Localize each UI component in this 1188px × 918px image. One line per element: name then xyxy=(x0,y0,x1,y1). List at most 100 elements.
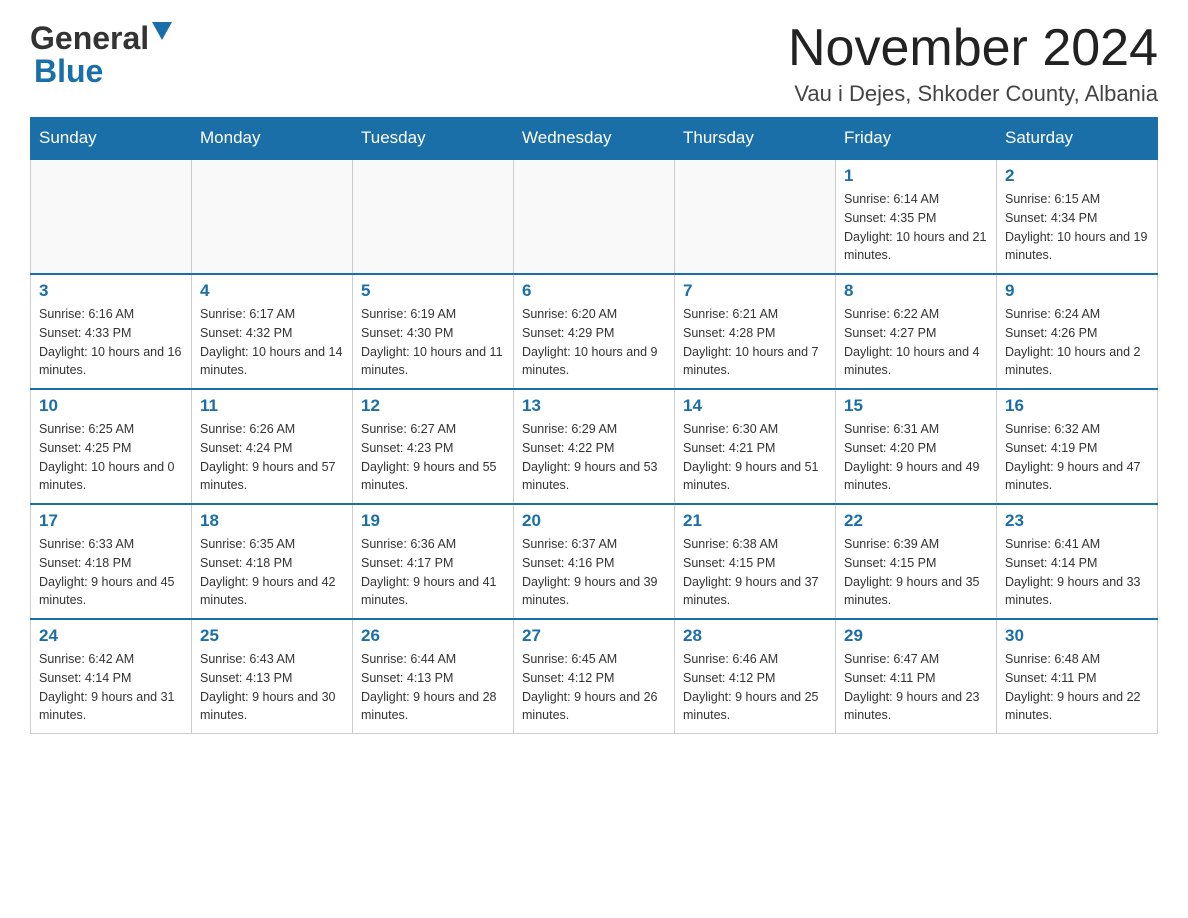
logo: General Blue xyxy=(30,20,172,90)
day-number: 12 xyxy=(361,396,505,416)
calendar-cell: 9 Sunrise: 6:24 AM Sunset: 4:26 PM Daylig… xyxy=(997,274,1158,389)
calendar-cell: 24 Sunrise: 6:42 AM Sunset: 4:14 PM Dayli… xyxy=(31,619,192,734)
day-number: 29 xyxy=(844,626,988,646)
day-info: Sunrise: 6:37 AM Sunset: 4:16 PM Dayligh… xyxy=(522,535,666,610)
day-number: 15 xyxy=(844,396,988,416)
calendar-cell: 26 Sunrise: 6:44 AM Sunset: 4:13 PM Dayli… xyxy=(353,619,514,734)
calendar-cell: 17 Sunrise: 6:33 AM Sunset: 4:18 PM Dayli… xyxy=(31,504,192,619)
day-info: Sunrise: 6:33 AM Sunset: 4:18 PM Dayligh… xyxy=(39,535,183,610)
day-info: Sunrise: 6:38 AM Sunset: 4:15 PM Dayligh… xyxy=(683,535,827,610)
col-wednesday: Wednesday xyxy=(514,118,675,160)
col-saturday: Saturday xyxy=(997,118,1158,160)
calendar-cell: 8 Sunrise: 6:22 AM Sunset: 4:27 PM Daylig… xyxy=(836,274,997,389)
day-number: 11 xyxy=(200,396,344,416)
day-info: Sunrise: 6:25 AM Sunset: 4:25 PM Dayligh… xyxy=(39,420,183,495)
calendar-cell xyxy=(353,159,514,274)
calendar-cell: 23 Sunrise: 6:41 AM Sunset: 4:14 PM Dayli… xyxy=(997,504,1158,619)
day-info: Sunrise: 6:24 AM Sunset: 4:26 PM Dayligh… xyxy=(1005,305,1149,380)
calendar-cell: 4 Sunrise: 6:17 AM Sunset: 4:32 PM Daylig… xyxy=(192,274,353,389)
day-number: 27 xyxy=(522,626,666,646)
day-number: 30 xyxy=(1005,626,1149,646)
day-info: Sunrise: 6:44 AM Sunset: 4:13 PM Dayligh… xyxy=(361,650,505,725)
day-info: Sunrise: 6:36 AM Sunset: 4:17 PM Dayligh… xyxy=(361,535,505,610)
calendar-week-4: 17 Sunrise: 6:33 AM Sunset: 4:18 PM Dayli… xyxy=(31,504,1158,619)
calendar-cell: 30 Sunrise: 6:48 AM Sunset: 4:11 PM Dayli… xyxy=(997,619,1158,734)
calendar-cell xyxy=(675,159,836,274)
day-info: Sunrise: 6:39 AM Sunset: 4:15 PM Dayligh… xyxy=(844,535,988,610)
col-thursday: Thursday xyxy=(675,118,836,160)
calendar-cell: 13Sunrise: 6:29 AM Sunset: 4:22 PM Dayli… xyxy=(514,389,675,504)
day-info: Sunrise: 6:16 AM Sunset: 4:33 PM Dayligh… xyxy=(39,305,183,380)
calendar-cell: 20 Sunrise: 6:37 AM Sunset: 4:16 PM Dayli… xyxy=(514,504,675,619)
day-number: 2 xyxy=(1005,166,1149,186)
day-info: Sunrise: 6:30 AM Sunset: 4:21 PM Dayligh… xyxy=(683,420,827,495)
title-area: November 2024 Vau i Dejes, Shkoder Count… xyxy=(788,20,1158,107)
day-number: 9 xyxy=(1005,281,1149,301)
day-number: 24 xyxy=(39,626,183,646)
day-number: 19 xyxy=(361,511,505,531)
day-number: 17 xyxy=(39,511,183,531)
calendar-week-3: 10 Sunrise: 6:25 AM Sunset: 4:25 PM Dayli… xyxy=(31,389,1158,504)
day-info: Sunrise: 6:17 AM Sunset: 4:32 PM Dayligh… xyxy=(200,305,344,380)
day-info: Sunrise: 6:45 AM Sunset: 4:12 PM Dayligh… xyxy=(522,650,666,725)
day-number: 26 xyxy=(361,626,505,646)
calendar-cell: 29 Sunrise: 6:47 AM Sunset: 4:11 PM Dayli… xyxy=(836,619,997,734)
day-info: Sunrise: 6:41 AM Sunset: 4:14 PM Dayligh… xyxy=(1005,535,1149,610)
day-info: Sunrise: 6:22 AM Sunset: 4:27 PM Dayligh… xyxy=(844,305,988,380)
calendar-cell: 3 Sunrise: 6:16 AM Sunset: 4:33 PM Daylig… xyxy=(31,274,192,389)
calendar-cell: 19 Sunrise: 6:36 AM Sunset: 4:17 PM Dayli… xyxy=(353,504,514,619)
calendar-header-row: Sunday Monday Tuesday Wednesday Thursday… xyxy=(31,118,1158,160)
calendar-cell: 16Sunrise: 6:32 AM Sunset: 4:19 PM Dayli… xyxy=(997,389,1158,504)
calendar-cell: 1 Sunrise: 6:14 AM Sunset: 4:35 PM Daylig… xyxy=(836,159,997,274)
calendar-cell xyxy=(514,159,675,274)
calendar-week-5: 24 Sunrise: 6:42 AM Sunset: 4:14 PM Dayli… xyxy=(31,619,1158,734)
col-friday: Friday xyxy=(836,118,997,160)
day-number: 8 xyxy=(844,281,988,301)
day-info: Sunrise: 6:47 AM Sunset: 4:11 PM Dayligh… xyxy=(844,650,988,725)
day-number: 5 xyxy=(361,281,505,301)
day-info: Sunrise: 6:14 AM Sunset: 4:35 PM Dayligh… xyxy=(844,190,988,265)
day-number: 14 xyxy=(683,396,827,416)
col-sunday: Sunday xyxy=(31,118,192,160)
calendar-cell: 2Sunrise: 6:15 AM Sunset: 4:34 PM Daylig… xyxy=(997,159,1158,274)
location-subtitle: Vau i Dejes, Shkoder County, Albania xyxy=(788,81,1158,107)
day-info: Sunrise: 6:19 AM Sunset: 4:30 PM Dayligh… xyxy=(361,305,505,380)
day-info: Sunrise: 6:42 AM Sunset: 4:14 PM Dayligh… xyxy=(39,650,183,725)
calendar-cell: 27 Sunrise: 6:45 AM Sunset: 4:12 PM Dayli… xyxy=(514,619,675,734)
calendar-cell: 14 Sunrise: 6:30 AM Sunset: 4:21 PM Dayli… xyxy=(675,389,836,504)
col-monday: Monday xyxy=(192,118,353,160)
day-number: 13 xyxy=(522,396,666,416)
calendar-table: Sunday Monday Tuesday Wednesday Thursday… xyxy=(30,117,1158,734)
calendar-cell: 12Sunrise: 6:27 AM Sunset: 4:23 PM Dayli… xyxy=(353,389,514,504)
day-info: Sunrise: 6:21 AM Sunset: 4:28 PM Dayligh… xyxy=(683,305,827,380)
day-number: 16 xyxy=(1005,396,1149,416)
day-number: 1 xyxy=(844,166,988,186)
calendar-cell: 10 Sunrise: 6:25 AM Sunset: 4:25 PM Dayli… xyxy=(31,389,192,504)
calendar-cell: 22 Sunrise: 6:39 AM Sunset: 4:15 PM Dayli… xyxy=(836,504,997,619)
day-number: 7 xyxy=(683,281,827,301)
day-number: 25 xyxy=(200,626,344,646)
col-tuesday: Tuesday xyxy=(353,118,514,160)
day-number: 10 xyxy=(39,396,183,416)
calendar-cell: 5 Sunrise: 6:19 AM Sunset: 4:30 PM Daylig… xyxy=(353,274,514,389)
month-year-title: November 2024 xyxy=(788,20,1158,77)
calendar-cell: 6Sunrise: 6:20 AM Sunset: 4:29 PM Daylig… xyxy=(514,274,675,389)
calendar-cell xyxy=(31,159,192,274)
calendar-cell: 25 Sunrise: 6:43 AM Sunset: 4:13 PM Dayli… xyxy=(192,619,353,734)
calendar-cell: 18Sunrise: 6:35 AM Sunset: 4:18 PM Dayli… xyxy=(192,504,353,619)
calendar-cell: 7 Sunrise: 6:21 AM Sunset: 4:28 PM Daylig… xyxy=(675,274,836,389)
day-number: 23 xyxy=(1005,511,1149,531)
calendar-cell: 11 Sunrise: 6:26 AM Sunset: 4:24 PM Dayli… xyxy=(192,389,353,504)
day-info: Sunrise: 6:20 AM Sunset: 4:29 PM Dayligh… xyxy=(522,305,666,380)
day-number: 22 xyxy=(844,511,988,531)
day-info: Sunrise: 6:43 AM Sunset: 4:13 PM Dayligh… xyxy=(200,650,344,725)
day-number: 4 xyxy=(200,281,344,301)
calendar-cell: 21Sunrise: 6:38 AM Sunset: 4:15 PM Dayli… xyxy=(675,504,836,619)
day-info: Sunrise: 6:26 AM Sunset: 4:24 PM Dayligh… xyxy=(200,420,344,495)
calendar-cell: 15Sunrise: 6:31 AM Sunset: 4:20 PM Dayli… xyxy=(836,389,997,504)
day-number: 3 xyxy=(39,281,183,301)
day-number: 18 xyxy=(200,511,344,531)
calendar-cell xyxy=(192,159,353,274)
day-number: 20 xyxy=(522,511,666,531)
day-info: Sunrise: 6:48 AM Sunset: 4:11 PM Dayligh… xyxy=(1005,650,1149,725)
